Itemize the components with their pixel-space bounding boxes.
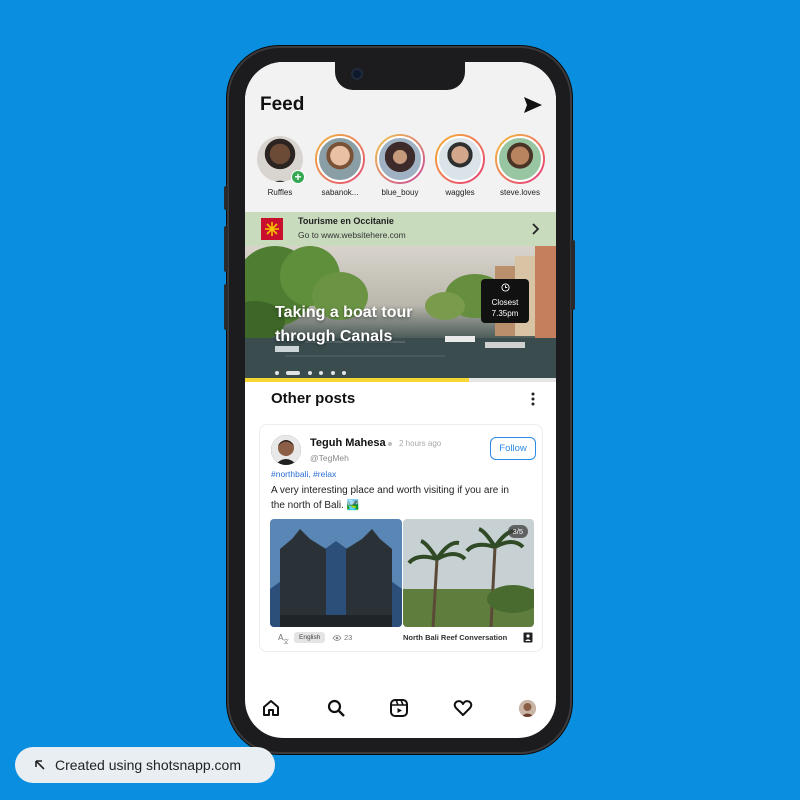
front-camera [351, 68, 363, 80]
page-title: Feed [260, 94, 305, 115]
story-progress-fill [245, 378, 469, 382]
phone-mute-button [224, 186, 228, 210]
post-card: Teguh Mahesa 2 hours ago @TegMeh Follow … [259, 424, 543, 652]
chevron-right-icon[interactable] [531, 223, 539, 235]
story-avatar [377, 136, 423, 182]
home-icon[interactable] [261, 698, 281, 718]
closest-time: 7.35pm [491, 309, 519, 318]
profile-avatar[interactable] [519, 700, 536, 717]
author-handle: @TegMeh [310, 453, 349, 463]
author-avatar-image [271, 435, 301, 465]
story-ring [315, 134, 365, 184]
story-item[interactable]: blue_bouy [371, 134, 429, 197]
stories-row: + Ruffles sabanok... blue_bouy waggles s… [251, 134, 551, 204]
closest-label: Closest [491, 298, 519, 307]
post-image-palms[interactable]: 3/5 [403, 519, 534, 627]
sponsored-banner[interactable]: Tourisme en Occitanie Go to www.websiteh… [245, 212, 556, 246]
story-avatar [437, 136, 483, 182]
carousel-dot[interactable] [275, 370, 279, 375]
carousel-dot[interactable] [307, 370, 312, 375]
story-item[interactable]: sabanok... [311, 134, 369, 197]
phone-screen: Feed + Ruffles sabanok... blue_bouy wagg… [245, 62, 556, 738]
search-icon[interactable] [326, 698, 346, 718]
bali-gate-photo [270, 519, 402, 627]
featured-story-title: Taking a boat tour through Canals [275, 304, 413, 345]
profile-avatar-image [519, 700, 536, 717]
heart-icon[interactable] [453, 698, 473, 718]
translate-icon[interactable]: A 文 [278, 632, 290, 644]
story-item[interactable]: waggles [431, 134, 489, 197]
eye-icon [332, 635, 342, 641]
story-item[interactable]: + Ruffles [251, 134, 309, 197]
separator-dot [388, 442, 392, 446]
story-label: Ruffles [267, 188, 293, 197]
carousel-dot-active[interactable] [286, 370, 301, 375]
ad-link[interactable]: Go to www.websitehere.com [298, 230, 406, 240]
image-counter: 3/5 [507, 525, 528, 538]
credit-badge[interactable]: Created using shotsnapp.com [15, 747, 275, 783]
svg-text:文: 文 [283, 638, 289, 644]
phone-volume-down-button [224, 284, 228, 330]
send-icon[interactable] [523, 96, 543, 114]
clock-icon [500, 283, 510, 292]
post-text: A very interesting place and worth visit… [271, 485, 509, 511]
story-label: steve.loves [499, 188, 541, 197]
phone-volume-up-button [224, 226, 228, 272]
ad-title: Tourisme en Occitanie [298, 216, 394, 226]
follow-button[interactable]: Follow [490, 437, 536, 460]
phone-power-button [571, 240, 575, 310]
post-caption: North Bali Reef Conversation [403, 633, 508, 642]
reels-icon[interactable] [389, 698, 409, 718]
credit-text: Created using shotsnapp.com [55, 757, 241, 773]
carousel-dots [275, 364, 349, 375]
post-footer: A 文 English 23 North Bali Reef Conversat… [270, 631, 534, 645]
story-label: blue_bouy [381, 188, 419, 197]
author-name[interactable]: Teguh Mahesa [310, 437, 386, 449]
story-avatar [497, 136, 543, 182]
post-hashtags[interactable]: #northbali, #relax [271, 469, 336, 479]
arrow-up-left-icon [35, 760, 45, 770]
occitanie-logo [261, 218, 283, 240]
story-ring [495, 134, 545, 184]
closest-time-badge: Closest 7.35pm [481, 279, 529, 323]
post-image-gate[interactable] [270, 519, 402, 627]
bottom-tab-bar [245, 690, 556, 726]
story-avatar [317, 136, 363, 182]
post-time: 2 hours ago [399, 439, 442, 448]
section-title: Other posts [271, 390, 356, 407]
story-progress-bar [245, 378, 556, 382]
carousel-dot[interactable] [330, 370, 335, 375]
story-ring [375, 134, 425, 184]
view-count: 23 [344, 633, 353, 642]
story-label: waggles [445, 188, 475, 197]
contact-card-icon[interactable] [523, 632, 533, 643]
story-ring [435, 134, 485, 184]
featured-story-card[interactable]: Taking a boat tour through Canals Closes… [245, 246, 556, 378]
language-select[interactable]: English [294, 632, 326, 643]
story-ring: + [255, 134, 305, 184]
story-item[interactable]: steve.loves [491, 134, 549, 197]
add-story-icon[interactable]: + [291, 170, 305, 184]
notch [335, 62, 465, 90]
story-label: sabanok... [321, 188, 359, 197]
more-vertical-icon[interactable] [531, 392, 535, 406]
author-avatar[interactable] [271, 435, 301, 465]
